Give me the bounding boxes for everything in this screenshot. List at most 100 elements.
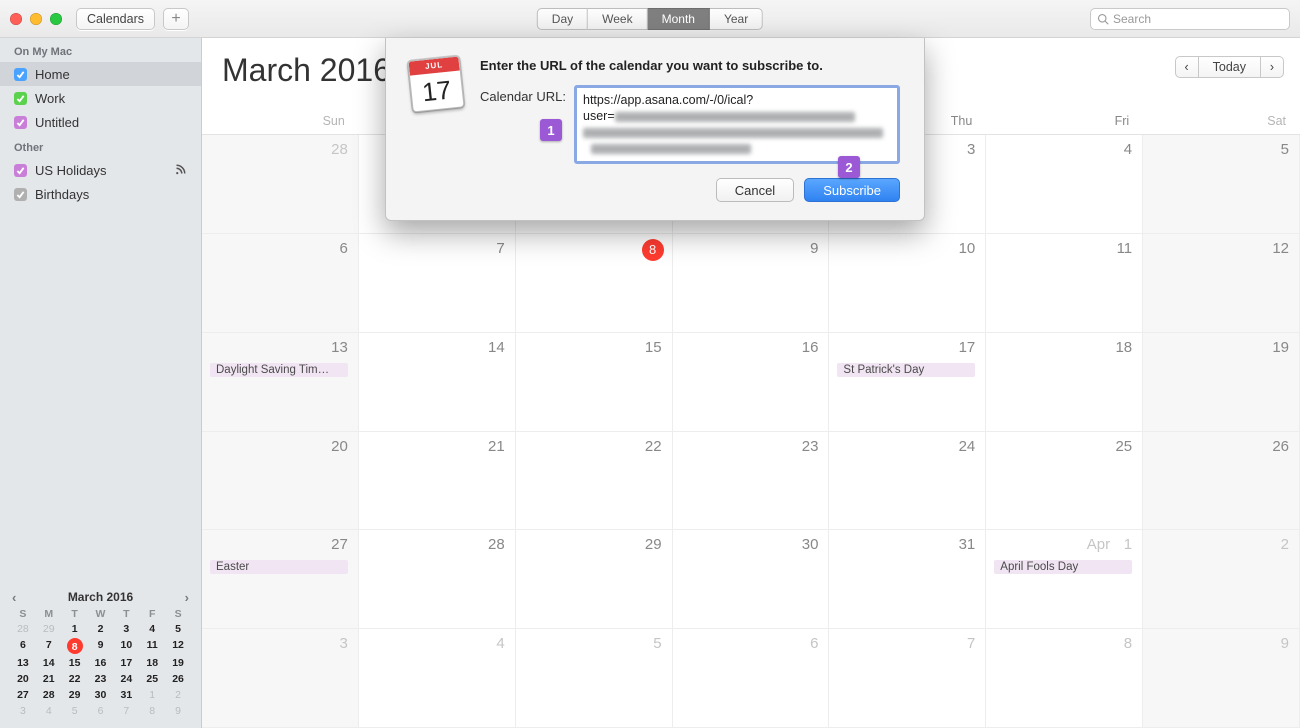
all-day-event[interactable]: April Fools Day — [994, 560, 1132, 574]
cancel-button[interactable]: Cancel — [716, 178, 794, 202]
calendar-list-item[interactable]: Home — [0, 62, 201, 86]
calendar-checkbox[interactable] — [14, 68, 27, 81]
day-cell[interactable]: 28 — [202, 135, 359, 234]
mini-day[interactable]: 3 — [10, 704, 36, 718]
mini-day[interactable]: 2 — [165, 688, 191, 702]
calendar-checkbox[interactable] — [14, 92, 27, 105]
mini-day[interactable]: 13 — [10, 656, 36, 670]
mini-day[interactable]: 5 — [62, 704, 88, 718]
day-cell[interactable]: 7 — [829, 629, 986, 728]
day-cell[interactable]: 4 — [986, 135, 1143, 234]
day-cell[interactable]: 10 — [829, 234, 986, 333]
mini-day[interactable]: 11 — [139, 638, 165, 654]
day-cell[interactable]: 3 — [202, 629, 359, 728]
mini-day[interactable]: 20 — [10, 672, 36, 686]
mini-day[interactable]: 29 — [36, 622, 62, 636]
day-cell[interactable]: 5 — [516, 629, 673, 728]
mini-day[interactable]: 19 — [165, 656, 191, 670]
mini-day[interactable]: 7 — [113, 704, 139, 718]
mini-day[interactable]: 15 — [62, 656, 88, 670]
calendar-checkbox[interactable] — [14, 188, 27, 201]
mini-day[interactable]: 23 — [88, 672, 114, 686]
day-cell[interactable]: 9 — [673, 234, 830, 333]
day-cell[interactable]: 28 — [359, 530, 516, 629]
mini-day[interactable]: 1 — [139, 688, 165, 702]
subscribe-button[interactable]: Subscribe — [804, 178, 900, 202]
day-cell[interactable]: 13Daylight Saving Tim… — [202, 333, 359, 432]
day-cell[interactable]: 29 — [516, 530, 673, 629]
day-cell[interactable]: 31 — [829, 530, 986, 629]
mini-day[interactable]: 14 — [36, 656, 62, 670]
day-cell[interactable]: 30 — [673, 530, 830, 629]
mini-day[interactable]: 16 — [88, 656, 114, 670]
calendar-url-input[interactable]: https://app.asana.com/-/0/ical? user= — [574, 85, 900, 164]
day-cell[interactable]: 22 — [516, 432, 673, 531]
day-cell[interactable]: 7 — [359, 234, 516, 333]
day-cell[interactable]: 20 — [202, 432, 359, 531]
mini-day[interactable]: 26 — [165, 672, 191, 686]
calendar-checkbox[interactable] — [14, 164, 27, 177]
day-cell[interactable]: 23 — [673, 432, 830, 531]
mini-day[interactable]: 8 — [139, 704, 165, 718]
view-week-button[interactable]: Week — [588, 8, 647, 30]
mini-next-button[interactable]: › — [185, 590, 189, 605]
mini-day[interactable]: 6 — [10, 638, 36, 654]
mini-day[interactable]: 28 — [36, 688, 62, 702]
all-day-event[interactable]: Easter — [210, 560, 348, 574]
search-input[interactable]: Search — [1090, 8, 1290, 30]
day-cell[interactable]: 27Easter — [202, 530, 359, 629]
mini-day[interactable]: 28 — [10, 622, 36, 636]
day-cell[interactable]: 2 — [1143, 530, 1300, 629]
day-cell[interactable]: 21 — [359, 432, 516, 531]
day-cell[interactable]: 25 — [986, 432, 1143, 531]
calendars-toggle-button[interactable]: Calendars — [76, 8, 155, 30]
all-day-event[interactable]: St Patrick's Day — [837, 363, 975, 377]
view-year-button[interactable]: Year — [710, 8, 763, 30]
day-cell[interactable]: 18 — [986, 333, 1143, 432]
day-cell[interactable]: 17St Patrick's Day — [829, 333, 986, 432]
next-month-button[interactable]: › — [1260, 56, 1284, 78]
calendar-list-item[interactable]: Work — [0, 86, 201, 110]
day-cell[interactable]: 6 — [673, 629, 830, 728]
day-cell[interactable]: 19 — [1143, 333, 1300, 432]
day-cell[interactable]: 8 — [986, 629, 1143, 728]
mini-day[interactable]: 29 — [62, 688, 88, 702]
mini-day[interactable]: 7 — [36, 638, 62, 654]
day-cell[interactable]: 16 — [673, 333, 830, 432]
mini-day[interactable]: 9 — [88, 638, 114, 654]
view-month-button[interactable]: Month — [648, 8, 710, 30]
day-cell[interactable]: 4 — [359, 629, 516, 728]
mini-day[interactable]: 21 — [36, 672, 62, 686]
mini-day[interactable]: 17 — [113, 656, 139, 670]
mini-day[interactable]: 8 — [67, 638, 83, 654]
day-cell[interactable]: 14 — [359, 333, 516, 432]
mini-day[interactable]: 6 — [88, 704, 114, 718]
mini-day[interactable]: 2 — [88, 622, 114, 636]
day-cell[interactable]: 24 — [829, 432, 986, 531]
day-cell[interactable]: 9 — [1143, 629, 1300, 728]
prev-month-button[interactable]: ‹ — [1175, 56, 1199, 78]
mini-day[interactable]: 9 — [165, 704, 191, 718]
day-cell[interactable]: 12 — [1143, 234, 1300, 333]
mini-day[interactable]: 24 — [113, 672, 139, 686]
day-cell[interactable]: 8 — [516, 234, 673, 333]
mini-day[interactable]: 1 — [62, 622, 88, 636]
mini-day[interactable]: 30 — [88, 688, 114, 702]
today-button[interactable]: Today — [1199, 56, 1260, 78]
mini-day[interactable]: 10 — [113, 638, 139, 654]
all-day-event[interactable]: Daylight Saving Tim… — [210, 363, 348, 377]
view-day-button[interactable]: Day — [537, 8, 588, 30]
mini-day[interactable]: 4 — [139, 622, 165, 636]
mini-day[interactable]: 3 — [113, 622, 139, 636]
mini-day[interactable]: 22 — [62, 672, 88, 686]
day-cell[interactable]: 26 — [1143, 432, 1300, 531]
day-cell[interactable]: 1AprApril Fools Day — [986, 530, 1143, 629]
mini-day[interactable]: 12 — [165, 638, 191, 654]
mini-day[interactable]: 18 — [139, 656, 165, 670]
day-cell[interactable]: 6 — [202, 234, 359, 333]
mini-day[interactable]: 4 — [36, 704, 62, 718]
mini-prev-button[interactable]: ‹ — [12, 590, 16, 605]
calendar-list-item[interactable]: Birthdays — [0, 182, 201, 206]
day-cell[interactable]: 5 — [1143, 135, 1300, 234]
calendar-checkbox[interactable] — [14, 116, 27, 129]
